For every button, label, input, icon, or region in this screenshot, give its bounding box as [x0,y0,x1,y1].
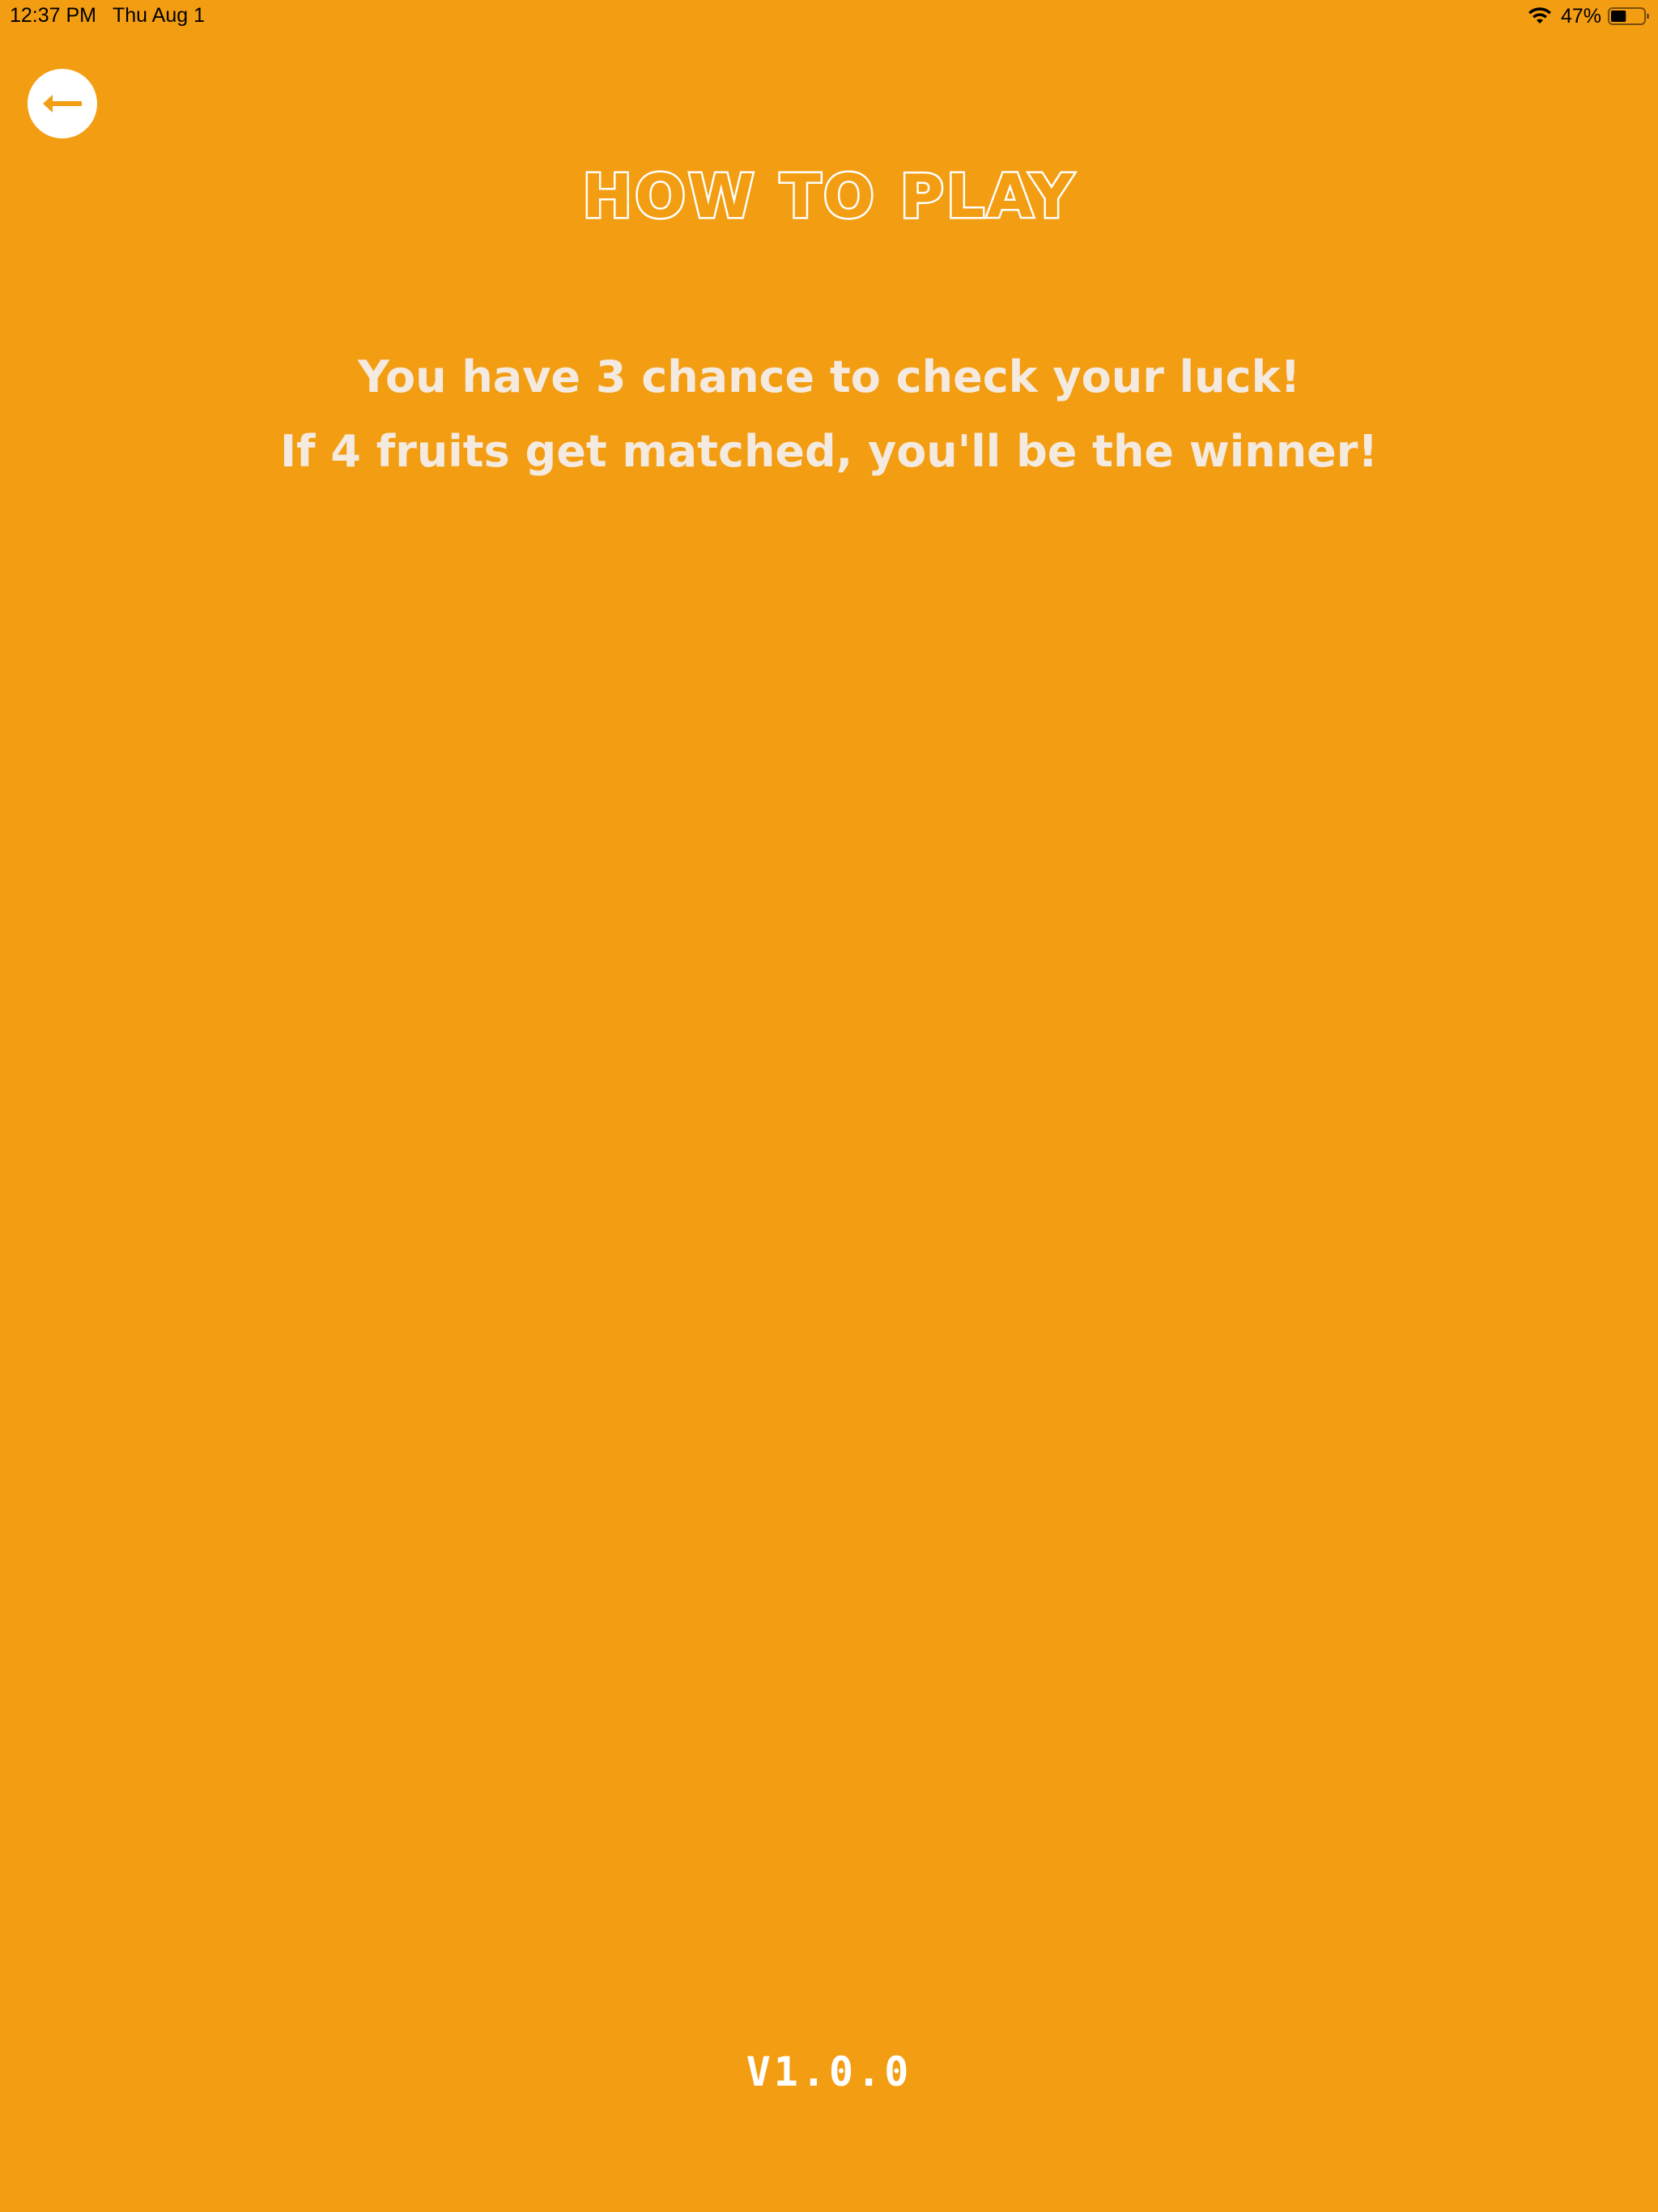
instructions: You have 3 chance to check your luck! If… [0,340,1658,489]
status-indicators: 47% [1527,3,1650,29]
instruction-line-2: If 4 fruits get matched, you'll be the w… [279,426,1379,477]
status-time: 12:37 PM [10,4,97,27]
instruction-line-1: You have 3 chance to check your luck! [357,351,1301,402]
version-label: V1.0.0 [746,2048,912,2095]
back-arrow-icon [43,95,82,113]
page-title: HOW TO PLAY [580,160,1076,234]
battery-icon [1608,6,1650,26]
back-button[interactable] [28,69,97,138]
wifi-icon [1527,6,1553,26]
battery-percent: 47% [1560,4,1601,28]
status-bar: 12:37 PM Thu Aug 1 47% [0,0,1658,32]
battery-fill [1611,11,1626,22]
status-date: Thu Aug 1 [113,4,205,27]
